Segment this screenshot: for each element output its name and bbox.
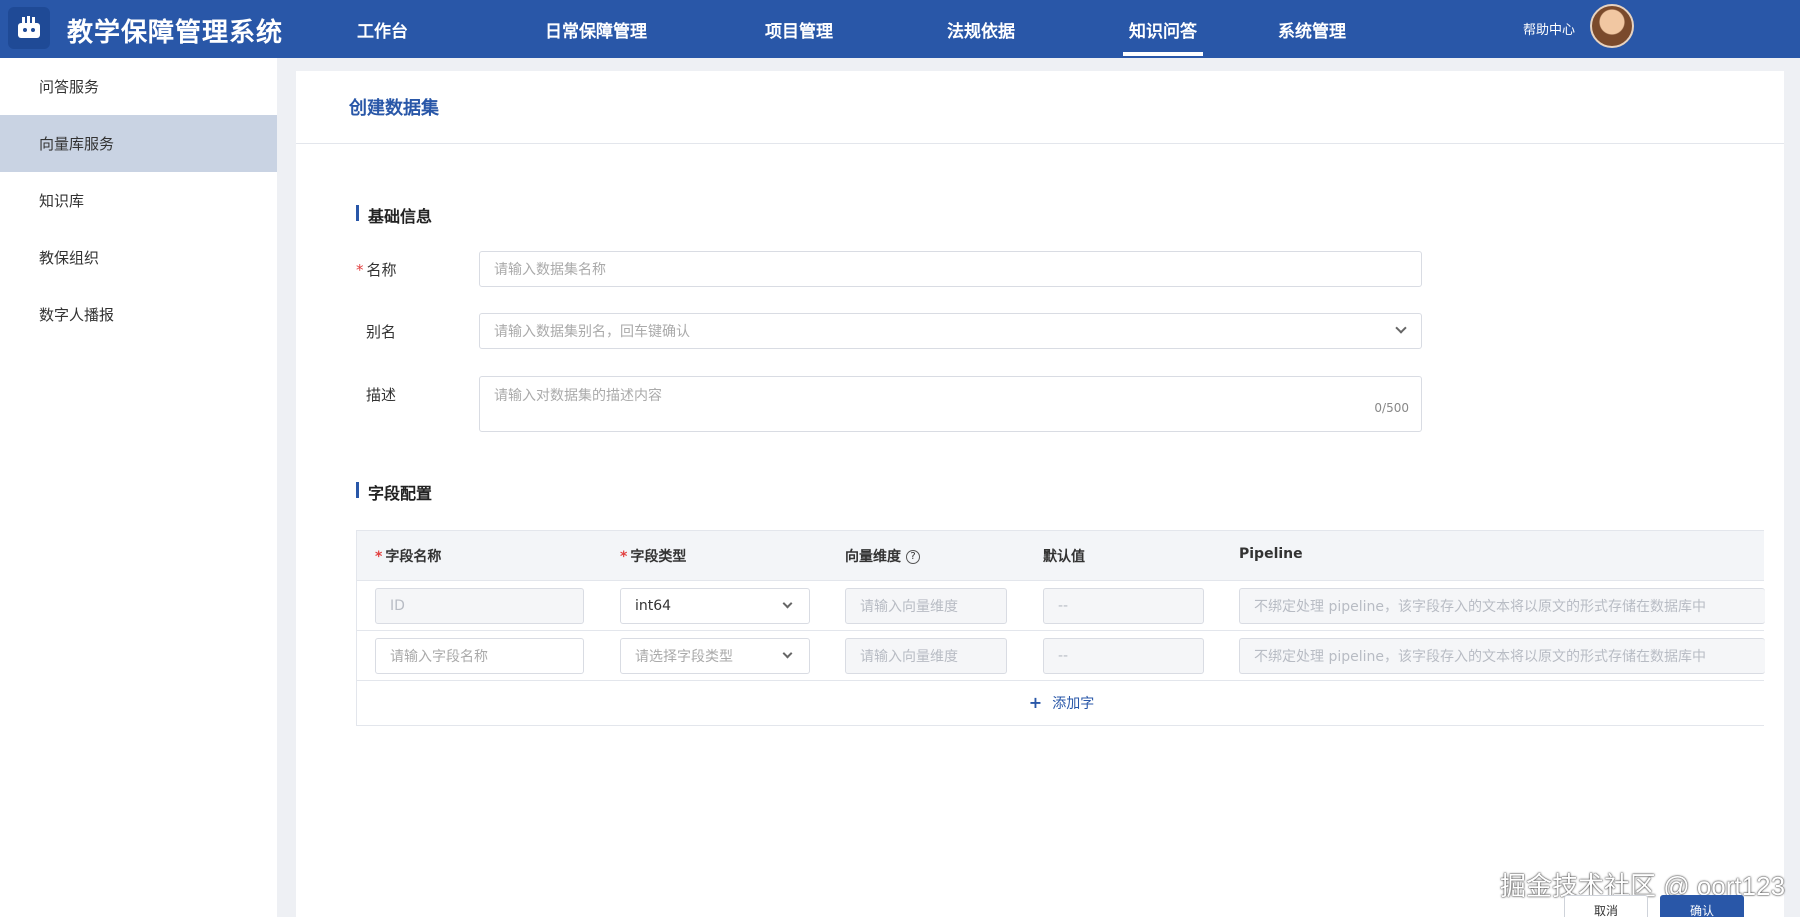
desc-label: 描述	[366, 386, 397, 404]
field-type-placeholder: 请选择字段类型	[635, 649, 733, 665]
col-label: 向量维度	[845, 549, 901, 565]
name-label: * 名称	[356, 259, 397, 280]
field-type-select[interactable]: int64	[620, 588, 810, 624]
alias-placeholder: 请输入数据集别名，回车键确认	[494, 324, 690, 340]
col-pipeline: Pipeline	[1239, 546, 1303, 562]
sidebar-item-label: 数字人播报	[39, 306, 115, 324]
nav-system[interactable]: 系统管理	[1278, 17, 1346, 42]
app-logo-icon	[8, 7, 50, 49]
col-default: 默认值	[1043, 549, 1085, 565]
vector-dim-input[interactable]: 请输入向量维度	[845, 588, 1007, 624]
add-field-row: + 添加字	[357, 681, 1764, 725]
confirm-button[interactable]: 确认	[1660, 895, 1744, 917]
sidebar-item-label: 问答服务	[39, 78, 100, 96]
sidebar-item-organization[interactable]: 教保组织	[0, 229, 277, 286]
table-header: * 字段名称 * 字段类型 向量维度? 默认值 Pipeline	[357, 531, 1764, 581]
sidebar-item-label: 教保组织	[39, 249, 100, 267]
name-input[interactable]: 请输入数据集名称	[479, 251, 1422, 287]
pipeline-select[interactable]: 不绑定处理 pipeline，该字段存入的文本将以原文的形式存储在数据库中	[1239, 588, 1765, 624]
sidebar-item-digital-human[interactable]: 数字人播报	[0, 286, 277, 343]
char-counter: 0/500	[1374, 401, 1409, 415]
desc-textarea[interactable]: 请输入对数据集的描述内容 0/500	[479, 376, 1422, 432]
sidebar-item-vector-service[interactable]: 向量库服务	[0, 115, 277, 172]
field-type-value: int64	[635, 598, 672, 614]
plus-icon: +	[1028, 693, 1043, 712]
app-title: 教学保障管理系统	[67, 18, 284, 48]
page-header: 创建数据集	[296, 71, 1784, 144]
alias-select[interactable]: 请输入数据集别名，回车键确认	[479, 313, 1422, 349]
table-row: 请输入字段名称 请选择字段类型 请输入向量维度 -- 不绑定处理 pipelin…	[357, 631, 1765, 681]
field-name-input[interactable]: ID	[375, 588, 584, 624]
pipeline-select[interactable]: 不绑定处理 pipeline，该字段存入的文本将以原文的形式存储在数据库中	[1239, 638, 1765, 674]
main-panel: 创建数据集 基础信息 * 名称 请输入数据集名称 别名 请输入数据集别名，回车键确…	[296, 71, 1784, 917]
section-title-fields: 字段配置	[356, 480, 432, 504]
nav-workbench[interactable]: 工作台	[357, 17, 408, 42]
required-mark: *	[620, 549, 628, 565]
col-label: 字段类型	[630, 549, 687, 565]
top-navbar: 教学保障管理系统 工作台 日常保障管理 项目管理 法规依据 知识问答 系统管理 …	[0, 0, 1800, 58]
sidebar-item-qa-service[interactable]: 问答服务	[0, 58, 277, 115]
name-label-text: 名称	[366, 261, 397, 279]
section-title-basic: 基础信息	[356, 203, 432, 227]
col-field-name: * 字段名称	[375, 546, 441, 566]
chevron-down-icon	[782, 598, 793, 609]
desc-placeholder: 请输入对数据集的描述内容	[494, 388, 662, 404]
help-circle-icon[interactable]: ?	[906, 550, 920, 564]
nav-regulations[interactable]: 法规依据	[947, 17, 1015, 42]
user-avatar[interactable]	[1590, 4, 1634, 48]
nav-daily-support[interactable]: 日常保障管理	[545, 17, 647, 42]
col-vector-dim: 向量维度?	[845, 546, 920, 566]
sidebar-item-label: 向量库服务	[39, 135, 115, 153]
nav-knowledge-qa[interactable]: 知识问答	[1123, 17, 1203, 56]
sidebar-item-knowledge-base[interactable]: 知识库	[0, 172, 277, 229]
nav-projects[interactable]: 项目管理	[765, 17, 833, 42]
sidebar-item-label: 知识库	[39, 192, 85, 210]
chevron-down-icon	[782, 648, 793, 659]
sidebar: 问答服务 向量库服务 知识库 教保组织 数字人播报	[0, 58, 277, 917]
table-row: ID int64 请输入向量维度 -- 不绑定处理 pipeline，该字段存入…	[357, 581, 1765, 631]
vector-dim-input[interactable]: 请输入向量维度	[845, 638, 1007, 674]
required-mark: *	[375, 549, 383, 565]
add-field-button[interactable]: + 添加字	[1029, 693, 1094, 713]
required-mark: *	[356, 261, 364, 279]
alias-label: 别名	[366, 323, 397, 341]
page-title: 创建数据集	[349, 98, 439, 119]
field-name-input[interactable]: 请输入字段名称	[375, 638, 584, 674]
add-field-label: 添加字	[1052, 696, 1095, 712]
chevron-down-icon	[1395, 322, 1407, 334]
field-type-select[interactable]: 请选择字段类型	[620, 638, 810, 674]
col-label: 字段名称	[385, 549, 442, 565]
fields-table: * 字段名称 * 字段类型 向量维度? 默认值 Pipeline ID int64 …	[356, 530, 1765, 726]
cancel-button[interactable]: 取消	[1564, 895, 1648, 917]
default-value-input[interactable]: --	[1043, 588, 1204, 624]
default-value-input[interactable]: --	[1043, 638, 1204, 674]
help-center-link[interactable]: 帮助中心	[1523, 19, 1575, 38]
col-field-type: * 字段类型	[620, 546, 686, 566]
name-placeholder: 请输入数据集名称	[494, 262, 606, 278]
